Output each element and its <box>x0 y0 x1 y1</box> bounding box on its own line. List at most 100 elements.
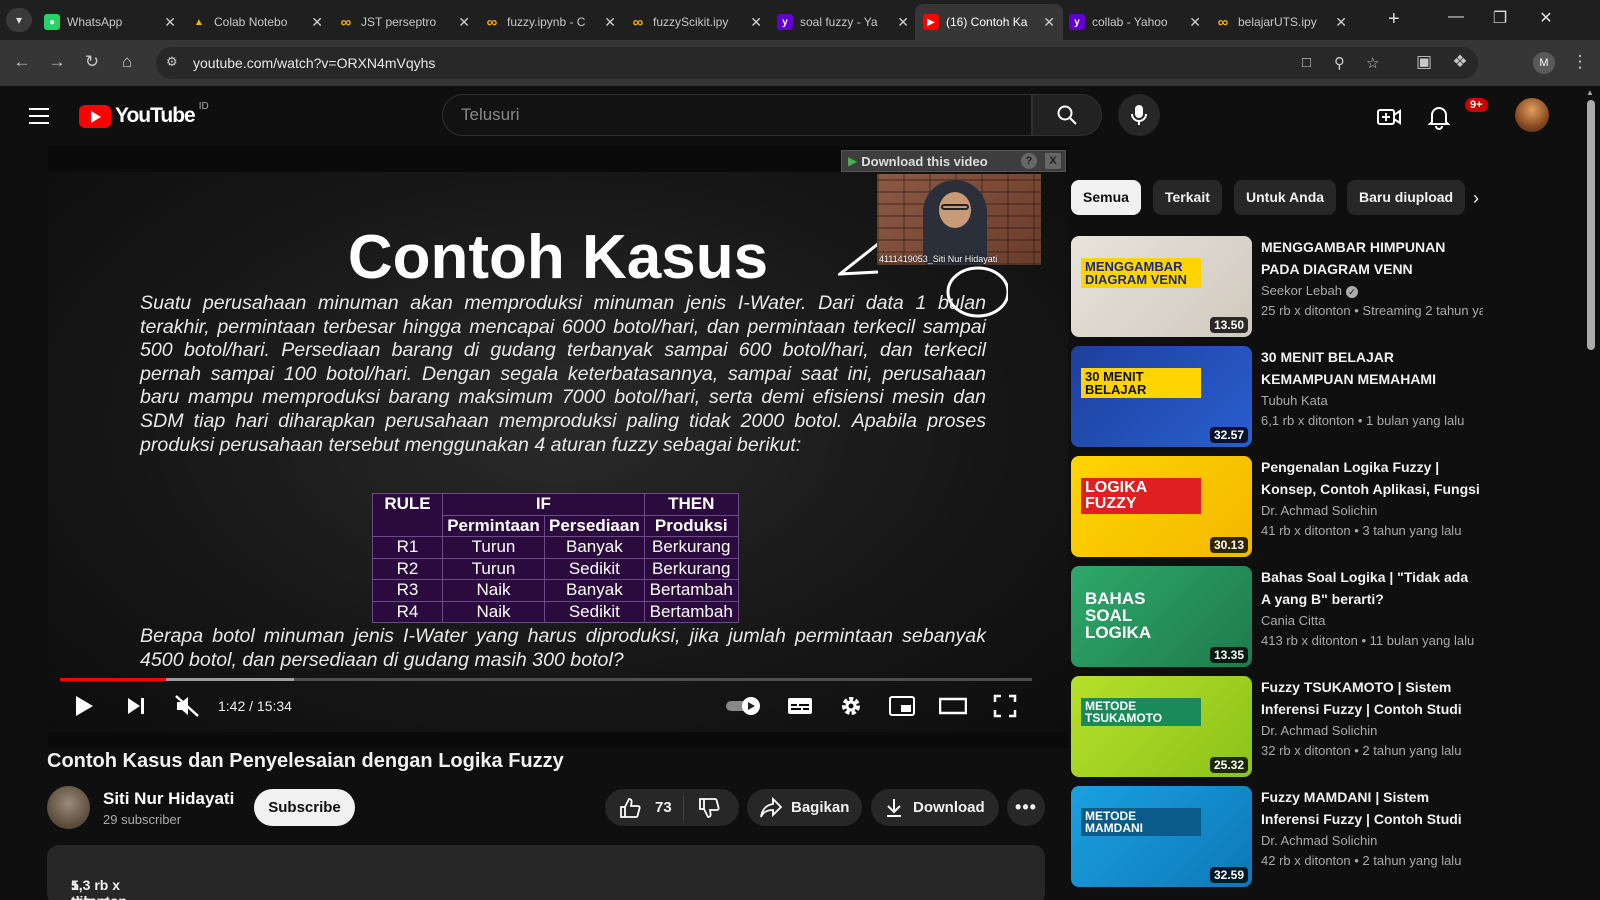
more-actions-button[interactable]: ••• <box>1007 789 1045 826</box>
next-button[interactable] <box>122 694 150 718</box>
create-video-icon[interactable] <box>1376 104 1402 130</box>
close-tab-icon[interactable]: ✕ <box>164 14 176 31</box>
close-tab-icon[interactable]: ✕ <box>458 14 470 31</box>
filter-chip[interactable]: Untuk Anda <box>1234 180 1337 215</box>
recommended-video[interactable]: 30 MENIT BELAJAR 32.57 30 MENIT BELAJAR KE… <box>1071 346 1491 447</box>
address-bar[interactable]: ⚙ youtube.com/watch?v=ORXN4mVqyhs □ ⚲ ☆ <box>156 47 1478 79</box>
filter-chip[interactable]: Terkait <box>1153 180 1222 215</box>
filter-chip[interactable]: Semua <box>1071 180 1141 215</box>
video-thumbnail[interactable]: METODE TSUKAMOTO 25.32 <box>1071 676 1252 777</box>
recommended-video[interactable]: BAHAS SOAL LOGIKA 13.35 Bahas Soal Logika … <box>1071 566 1491 667</box>
browser-tab[interactable]: ▲ Colab Notebo ✕ <box>183 4 331 40</box>
close-tab-icon[interactable]: ✕ <box>1189 14 1201 31</box>
download-video-bar[interactable]: ▶ Download this video ? X <box>841 150 1066 172</box>
new-tab-button[interactable]: + <box>1388 8 1400 31</box>
recommended-video-title[interactable]: Bahas Soal Logika | "Tidak ada A yang B"… <box>1261 566 1481 610</box>
recommended-video-title[interactable]: Pengenalan Logika Fuzzy | Konsep, Contoh… <box>1261 456 1481 500</box>
recommended-channel-name[interactable]: Cania Citta <box>1261 613 1325 628</box>
video-thumbnail[interactable]: MENGGAMBAR DIAGRAM VENN 13.50 <box>1071 236 1252 337</box>
site-info-icon[interactable]: ⚙ <box>166 54 178 70</box>
home-icon[interactable]: ⌂ <box>115 52 139 72</box>
video-player[interactable]: Contoh Kasus Suatu perusahaan minuman ak… <box>48 146 1068 748</box>
profile-avatar[interactable]: M <box>1533 52 1555 74</box>
fullscreen-button[interactable] <box>991 694 1019 718</box>
browser-tab[interactable]: y collab - Yahoo ✕ <box>1061 4 1209 40</box>
url-text[interactable]: youtube.com/watch?v=ORXN4mVqyhs <box>193 55 435 71</box>
extensions-puzzle-icon[interactable]: ❖ <box>1448 52 1472 72</box>
download-bar-close-button[interactable]: X <box>1045 153 1061 169</box>
video-thumbnail[interactable]: BAHAS SOAL LOGIKA 13.35 <box>1071 566 1252 667</box>
miniplayer-button[interactable] <box>888 694 916 718</box>
minimize-button[interactable]: — <box>1436 8 1476 26</box>
close-tab-icon[interactable]: ✕ <box>1043 14 1055 31</box>
search-button[interactable] <box>1032 94 1102 136</box>
install-app-icon[interactable]: □ <box>1302 54 1311 71</box>
browser-tab[interactable]: ∞ fuzzy.ipynb - C ✕ <box>476 4 624 40</box>
notifications-bell-icon[interactable] <box>1426 104 1452 130</box>
browser-tab[interactable]: y soal fuzzy - Ya ✕ <box>769 4 917 40</box>
menu-icon[interactable] <box>29 108 49 124</box>
close-tab-icon[interactable]: ✕ <box>311 14 323 31</box>
browser-tab[interactable]: ∞ fuzzyScikit.ipy ✕ <box>622 4 770 40</box>
close-tab-icon[interactable]: ✕ <box>1335 14 1347 31</box>
scrollbar-thumb[interactable] <box>1587 100 1595 350</box>
recommended-channel-name[interactable]: Dr. Achmad Solichin <box>1261 833 1377 848</box>
search-input[interactable] <box>443 95 1031 135</box>
download-button[interactable]: Download <box>871 789 999 826</box>
chevron-right-icon[interactable]: › <box>1473 188 1479 209</box>
download-help-button[interactable]: ? <box>1021 153 1037 169</box>
subtitles-button[interactable] <box>786 694 814 718</box>
recommended-video[interactable]: METODE MAMDANI 32.59 Fuzzy MAMDANI | Siste… <box>1071 786 1491 887</box>
voice-search-button[interactable] <box>1118 94 1160 136</box>
browser-tab[interactable]: ∞ belajarUTS.ipy ✕ <box>1207 4 1355 40</box>
filter-chip[interactable]: Baru diupload <box>1347 180 1466 215</box>
zoom-icon[interactable]: ⚲ <box>1334 54 1345 72</box>
mute-button[interactable] <box>172 694 202 718</box>
like-button[interactable]: 73 <box>605 797 683 819</box>
progress-bar[interactable] <box>60 678 1032 681</box>
settings-button[interactable] <box>837 694 865 718</box>
subscribe-button[interactable]: Subscribe <box>254 789 355 826</box>
dislike-button[interactable] <box>684 797 720 819</box>
video-thumbnail[interactable]: METODE MAMDANI 32.59 <box>1071 786 1252 887</box>
recommended-video-title[interactable]: 30 MENIT BELAJAR KEMAMPUAN MEMAHAMI BACA… <box>1261 346 1481 390</box>
browser-tab[interactable]: ● WhatsApp ✕ <box>36 4 184 40</box>
close-window-button[interactable]: ✕ <box>1526 8 1566 28</box>
restore-button[interactable]: ❐ <box>1480 8 1520 28</box>
recommended-video[interactable]: MENGGAMBAR DIAGRAM VENN 13.50 MENGGAMBAR H… <box>1071 236 1491 337</box>
browser-menu-icon[interactable]: ⋮ <box>1568 52 1592 72</box>
recommended-channel-name[interactable]: Dr. Achmad Solichin <box>1261 503 1377 518</box>
recommended-channel-name[interactable]: Tubuh Kata <box>1261 393 1328 408</box>
recommended-video-title[interactable]: MENGGAMBAR HIMPUNAN PADA DIAGRAM VENN <box>1261 236 1481 280</box>
extension-icon[interactable]: ▣ <box>1412 52 1436 72</box>
browser-tab[interactable]: ∞ JST perseptro ✕ <box>330 4 478 40</box>
close-tab-icon[interactable]: ✕ <box>750 14 762 31</box>
page-scrollbar[interactable]: ▲ <box>1582 86 1600 900</box>
recommended-video[interactable]: METODE TSUKAMOTO 25.32 Fuzzy TSUKAMOTO | S… <box>1071 676 1491 777</box>
recommended-video-title[interactable]: Fuzzy TSUKAMOTO | Sistem Inferensi Fuzzy… <box>1261 676 1481 720</box>
bookmark-star-icon[interactable]: ☆ <box>1366 54 1379 72</box>
recommended-channel-name[interactable]: Seekor Lebah <box>1261 283 1342 298</box>
channel-name[interactable]: Siti Nur Hidayati <box>103 789 234 809</box>
scroll-up-arrow-icon[interactable]: ▲ <box>1586 88 1594 97</box>
forward-icon[interactable]: → <box>45 52 69 72</box>
theater-mode-button[interactable] <box>939 694 967 718</box>
recommended-channel-name[interactable]: Dr. Achmad Solichin <box>1261 723 1377 738</box>
description-box[interactable]: 5,3 rb x ditonton 1 tahun yang lalu <box>47 845 1045 900</box>
browser-tab[interactable]: ▶ (16) Contoh Ka ✕ <box>915 4 1063 40</box>
recommended-video[interactable]: LOGIKA FUZZY 30.13 Pengenalan Logika Fuzzy… <box>1071 456 1491 557</box>
video-thumbnail[interactable]: LOGIKA FUZZY 30.13 <box>1071 456 1252 557</box>
user-avatar[interactable] <box>1515 98 1549 132</box>
autoplay-toggle[interactable] <box>724 694 764 718</box>
video-thumbnail[interactable]: 30 MENIT BELAJAR 32.57 <box>1071 346 1252 447</box>
close-tab-icon[interactable]: ✕ <box>604 14 616 31</box>
back-icon[interactable]: ← <box>10 52 34 72</box>
reload-icon[interactable]: ↻ <box>80 52 104 72</box>
download-video-label[interactable]: Download this video <box>861 154 987 169</box>
close-tab-icon[interactable]: ✕ <box>897 14 909 31</box>
share-button[interactable]: Bagikan <box>747 789 862 826</box>
youtube-logo[interactable]: YouTube ID <box>79 101 209 128</box>
tab-search-button[interactable]: ▾ <box>6 8 32 32</box>
recommended-video-title[interactable]: Fuzzy MAMDANI | Sistem Inferensi Fuzzy |… <box>1261 786 1481 830</box>
channel-avatar[interactable] <box>47 786 90 829</box>
